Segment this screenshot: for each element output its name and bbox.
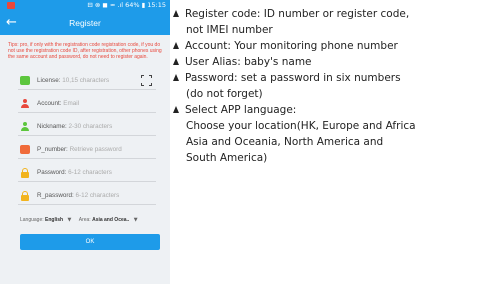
- instruction-line: Account: Your monitoring phone number: [173, 38, 398, 54]
- registration-tips: Tips: pro, if only with the registration…: [8, 42, 162, 61]
- triangle-bullet-icon: [173, 106, 179, 113]
- user-icon: [20, 99, 30, 108]
- p-number-field[interactable]: P_number: Retrieve password: [18, 141, 156, 159]
- app-notification-icon: [7, 2, 15, 9]
- instructions-list: Register code: ID number or register cod…: [173, 0, 477, 284]
- lock-icon: [20, 191, 30, 201]
- lock-icon: [20, 168, 30, 178]
- instruction-line: User Alias: baby's name: [173, 54, 312, 70]
- instruction-line: Register code: ID number or register cod…: [173, 6, 409, 22]
- instruction-line: not IMEI number: [186, 24, 273, 36]
- instruction-line: Password: set a password in six numbers: [173, 70, 401, 86]
- language-label: Language:: [20, 217, 44, 223]
- triangle-bullet-icon: [173, 10, 179, 17]
- instruction-line: South America): [186, 152, 268, 164]
- license-field[interactable]: License: 10,15 characters: [18, 72, 156, 90]
- language-select[interactable]: English: [45, 217, 63, 223]
- title-bar: ← Register: [0, 11, 170, 35]
- triangle-bullet-icon: [173, 42, 179, 49]
- r-password-label: R_password:: [37, 192, 74, 199]
- area-label: Area:: [78, 217, 91, 223]
- instruction-line: Choose your location(HK, Europe and Afri…: [186, 120, 416, 132]
- nickname-field[interactable]: Nickname: 2-30 characters: [18, 118, 156, 136]
- password-input[interactable]: 6-12 characters: [68, 169, 112, 176]
- account-field[interactable]: Account: Email: [18, 95, 156, 113]
- nickname-icon: [20, 122, 30, 131]
- account-input[interactable]: Email: [63, 100, 79, 107]
- nickname-label: Nickname:: [37, 123, 67, 130]
- phone-screenshot: ⊟ ⊗ ◼ ≈ .ıl 64% ▮ 15:15 ← Register Tips:…: [0, 0, 170, 284]
- language-area-row: Language: English ▼ Area: Asia and Ocea.…: [20, 214, 144, 226]
- nickname-input[interactable]: 2-30 characters: [69, 123, 113, 130]
- password-label: Password:: [37, 169, 67, 176]
- triangle-bullet-icon: [173, 74, 179, 81]
- status-indicators: ⊟ ⊗ ◼ ≈ .ıl 64% ▮ 15:15: [87, 1, 166, 9]
- chevron-down-icon[interactable]: ▼: [134, 214, 138, 226]
- phone-icon: [20, 145, 30, 154]
- instruction-line: (do not forget): [186, 88, 263, 100]
- instruction-line: Select APP language:: [173, 102, 296, 118]
- license-input[interactable]: 10,15 characters: [62, 77, 109, 84]
- r-password-input[interactable]: 6-12 characters: [76, 192, 120, 199]
- p-number-input[interactable]: Retrieve password: [70, 146, 122, 153]
- r-password-field[interactable]: R_password: 6-12 characters: [18, 187, 156, 205]
- license-label: License:: [37, 77, 61, 84]
- triangle-bullet-icon: [173, 58, 179, 65]
- password-field[interactable]: Password: 6-12 characters: [18, 164, 156, 182]
- account-label: Account:: [37, 100, 62, 107]
- page-title: Register: [69, 18, 101, 28]
- ok-button[interactable]: OK: [20, 234, 160, 250]
- chevron-down-icon[interactable]: ▼: [67, 214, 71, 226]
- area-select[interactable]: Asia and Ocea..: [92, 217, 129, 223]
- p-number-label: P_number:: [37, 146, 68, 153]
- instruction-line: Asia and Oceania, North America and: [186, 136, 384, 148]
- scan-qr-icon[interactable]: [141, 75, 152, 86]
- license-icon: [20, 76, 30, 85]
- status-bar: ⊟ ⊗ ◼ ≈ .ıl 64% ▮ 15:15: [0, 0, 170, 11]
